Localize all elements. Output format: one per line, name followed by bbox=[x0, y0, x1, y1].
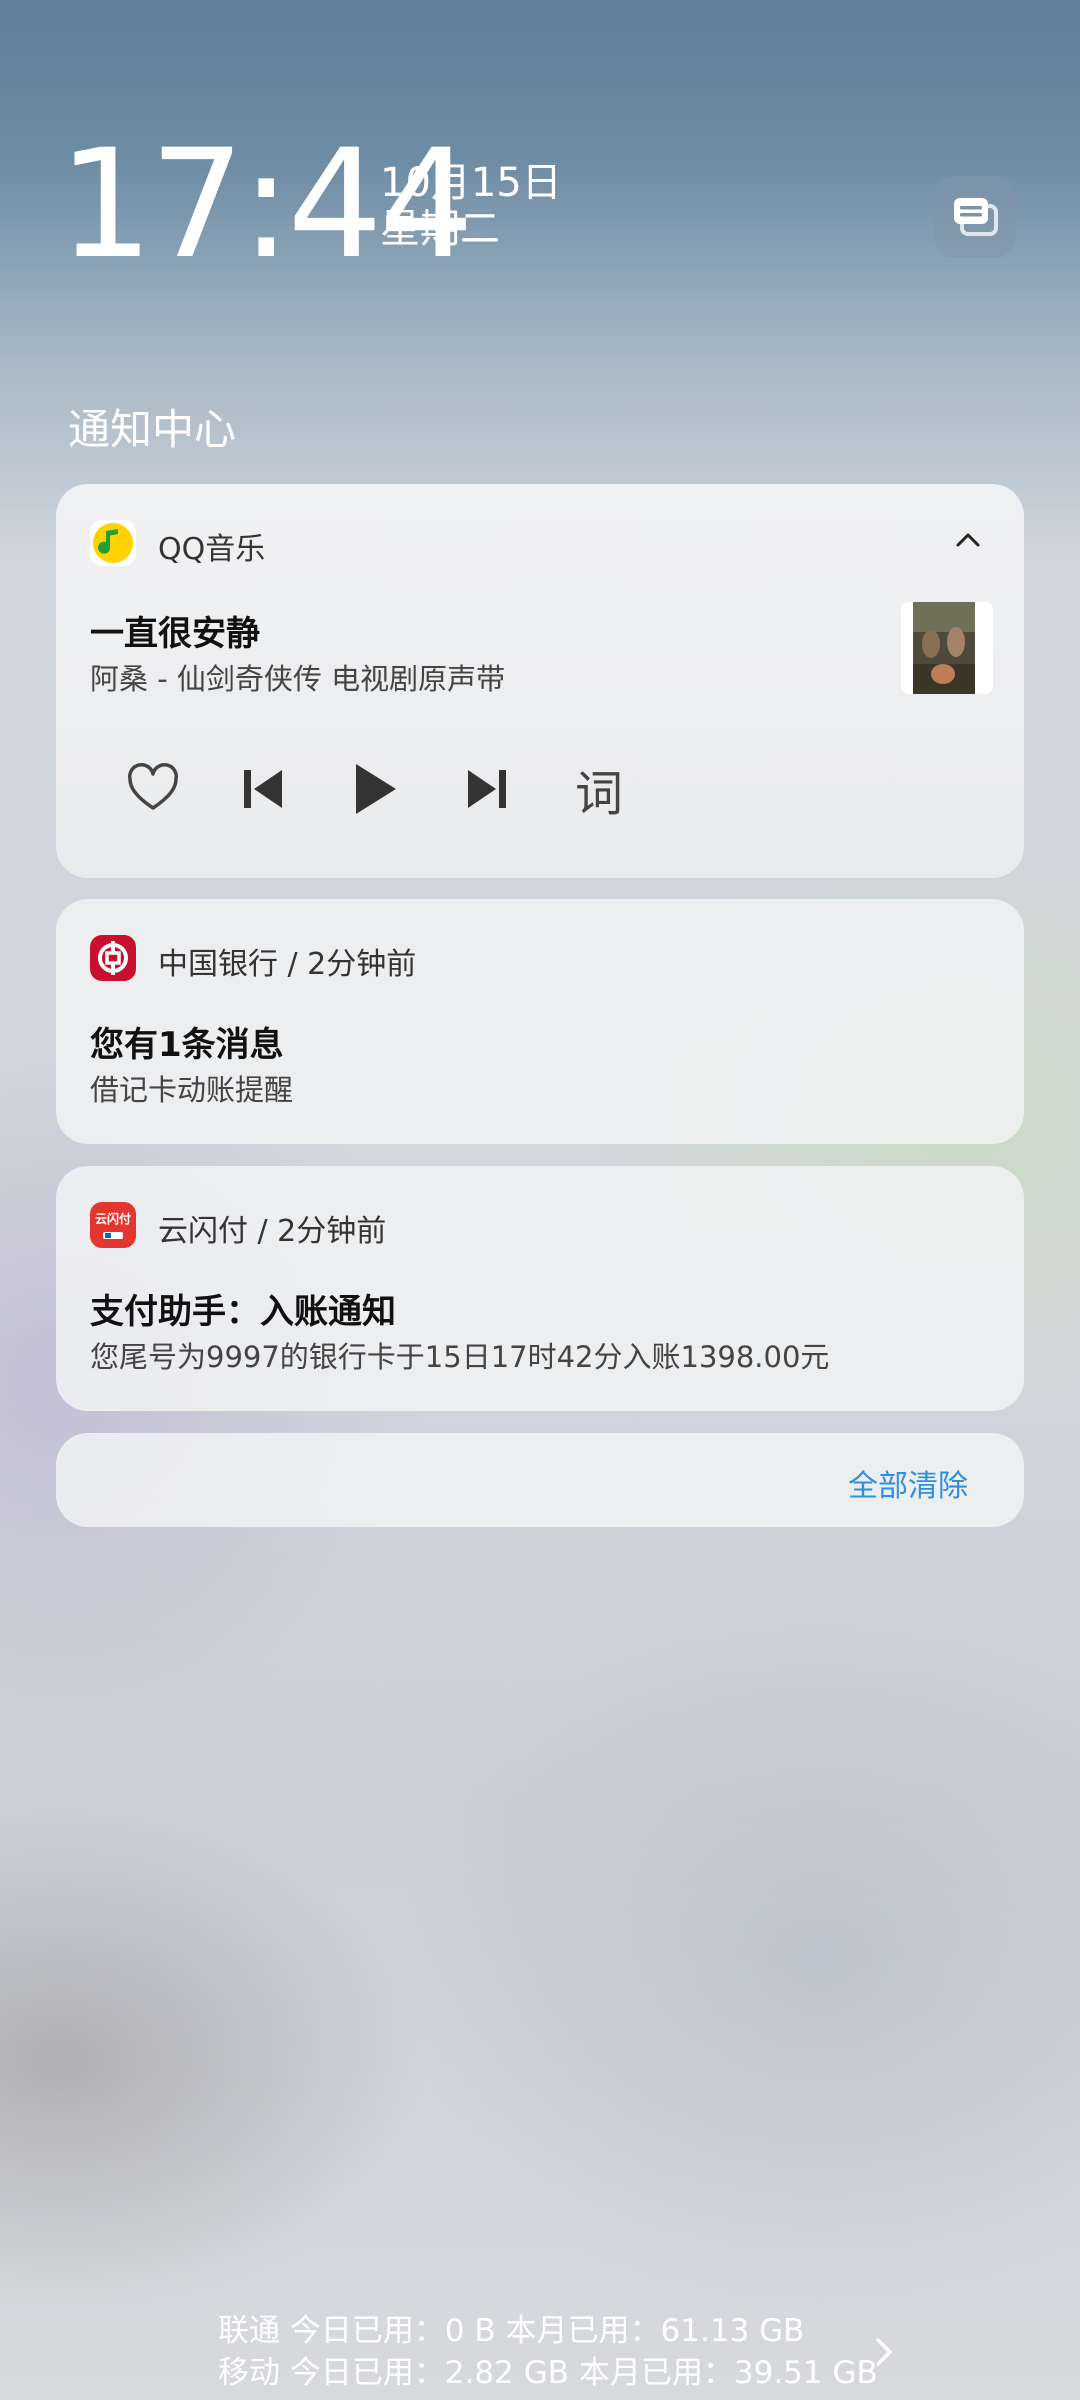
unionpay-notification-card[interactable]: 云闪付 云闪付 / 2分钟前 支付助手：入账通知 您尾号为9997的银行卡于15… bbox=[56, 1166, 1024, 1411]
unionpay-icon-text: 云闪付 bbox=[94, 1212, 131, 1226]
clear-all-card: 全部清除 bbox=[56, 1433, 1024, 1527]
like-button[interactable] bbox=[118, 754, 188, 824]
chevron-up-icon bbox=[956, 533, 980, 547]
date-label: 10月15日 bbox=[380, 160, 562, 206]
bank-notification-card[interactable]: 中国银行 / 2分钟前 您有1条消息 借记卡动账提醒 bbox=[56, 899, 1024, 1144]
carrier-usage-mobile: 移动 今日已用：2.82 GB 本月已用：39.51 GB bbox=[218, 2355, 878, 2391]
collapse-button[interactable] bbox=[948, 520, 988, 564]
date-block: 10月15日 星期二 bbox=[380, 160, 562, 252]
skip-previous-icon bbox=[244, 770, 282, 808]
song-title: 一直很安静 bbox=[90, 614, 260, 654]
skip-next-icon bbox=[468, 770, 506, 808]
next-button[interactable] bbox=[452, 754, 522, 824]
app-name: QQ音乐 bbox=[158, 532, 266, 567]
song-artist: 阿桑 - 仙剑奇侠传 电视剧原声带 bbox=[90, 662, 506, 696]
notification-header: 中国银行 / 2分钟前 bbox=[158, 947, 417, 982]
qq-music-icon bbox=[90, 520, 136, 566]
chevron-right-icon bbox=[876, 2338, 892, 2366]
play-icon bbox=[356, 764, 396, 814]
data-usage-arrow[interactable] bbox=[868, 2332, 902, 2376]
notification-body: 借记卡动账提醒 bbox=[90, 1073, 294, 1107]
clear-all-button[interactable]: 全部清除 bbox=[848, 1461, 968, 1505]
carrier-usage-unicom: 联通 今日已用：0 B 本月已用：61.13 GB bbox=[218, 2313, 805, 2349]
notification-center-title: 通知中心 bbox=[68, 405, 237, 454]
notification-title: 支付助手：入账通知 bbox=[90, 1292, 396, 1332]
notification-header: 云闪付 / 2分钟前 bbox=[158, 1214, 387, 1249]
unionpay-app-icon: 云闪付 bbox=[90, 1202, 136, 1248]
lyrics-button[interactable]: 词 bbox=[564, 754, 634, 824]
heart-icon bbox=[127, 763, 179, 810]
cards-icon bbox=[954, 198, 998, 236]
album-cover bbox=[901, 602, 993, 694]
music-notification-card[interactable]: QQ音乐 一直很安静 阿桑 - 仙剑奇侠传 电视剧原声带 词 bbox=[56, 484, 1024, 878]
previous-button[interactable] bbox=[228, 754, 298, 824]
notification-title: 您有1条消息 bbox=[90, 1025, 284, 1065]
bank-of-china-icon bbox=[90, 935, 136, 981]
play-button[interactable] bbox=[340, 754, 410, 824]
notification-switch-button[interactable] bbox=[934, 176, 1016, 258]
notification-body: 您尾号为9997的银行卡于15日17时42分入账1398.00元 bbox=[90, 1340, 830, 1374]
data-usage-summary[interactable]: 联通 今日已用：0 B 本月已用：61.13 GB 移动 今日已用：2.82 G… bbox=[218, 2310, 878, 2394]
weekday-label: 星期二 bbox=[380, 206, 500, 252]
